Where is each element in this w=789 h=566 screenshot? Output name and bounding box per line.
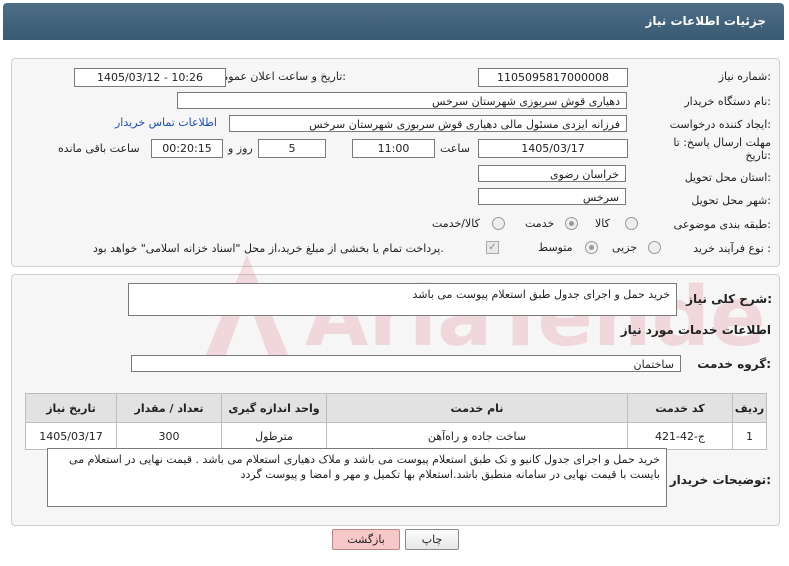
cell-code: ج-42-421 bbox=[627, 422, 733, 450]
print-button[interactable]: چاپ bbox=[405, 529, 459, 550]
back-button[interactable]: بازگشت bbox=[332, 529, 400, 550]
summary-field: خرید حمل و اجرای جدول طبق استعلام پیوست … bbox=[128, 283, 677, 316]
announce-datetime-label: تاریخ و ساعت اعلان عمومی: bbox=[213, 70, 346, 83]
category-radio-goods-service[interactable] bbox=[492, 217, 505, 230]
deadline-label: مهلت ارسال پاسخ: تا تاریخ: bbox=[661, 136, 771, 162]
cell-name: ساخت جاده و راه‌آهن bbox=[326, 422, 628, 450]
need-number-label: شماره نیاز: bbox=[718, 70, 771, 83]
buyer-org-label: نام دستگاه خریدار: bbox=[684, 95, 771, 108]
deadline-date-field: 1405/03/17 bbox=[478, 139, 628, 158]
cell-row: 1 bbox=[732, 422, 767, 450]
service-group-label: گروه خدمت: bbox=[697, 357, 771, 371]
table-header-row: ردیف کد خدمت نام خدمت واحد اندازه گیری ت… bbox=[25, 393, 767, 423]
category-option-goods-service: کالا/خدمت bbox=[432, 217, 480, 230]
province-field: خراسان رضوی bbox=[478, 165, 626, 182]
category-radio-service[interactable] bbox=[565, 217, 578, 230]
need-info-panel bbox=[11, 58, 780, 267]
process-option-minor: جزیی bbox=[612, 241, 638, 254]
col-code-header: کد خدمت bbox=[627, 393, 733, 423]
cell-unit: مترطول bbox=[221, 422, 327, 450]
services-table: ردیف کد خدمت نام خدمت واحد اندازه گیری ت… bbox=[25, 393, 767, 450]
remaining-time-field: 00:20:15 bbox=[151, 139, 223, 158]
buyer-notes-field: خرید حمل و اجرای جدول کانیو و تک طبق است… bbox=[47, 448, 667, 507]
city-field: سرخس bbox=[478, 188, 626, 205]
col-row-header: ردیف bbox=[732, 393, 767, 423]
days-label: روز و bbox=[228, 142, 253, 155]
col-unit-header: واحد اندازه گیری bbox=[221, 393, 327, 423]
page-header: جزئیات اطلاعات نیاز bbox=[3, 3, 784, 40]
cell-qty: 300 bbox=[116, 422, 222, 450]
deadline-label-text: مهلت ارسال پاسخ: تا تاریخ: bbox=[673, 136, 771, 162]
table-row: 1 ج-42-421 ساخت جاده و راه‌آهن مترطول 30… bbox=[25, 422, 767, 450]
col-qty-header: تعداد / مقدار bbox=[116, 393, 222, 423]
process-option-medium: متوسط bbox=[538, 241, 573, 254]
creator-label: ایجاد کننده درخواست: bbox=[669, 118, 771, 131]
process-type-label: نوع فرآیند خرید : bbox=[693, 242, 771, 255]
service-group-field: ساختمان bbox=[131, 355, 681, 372]
process-radio-minor[interactable] bbox=[648, 241, 661, 254]
deadline-time-field: 11:00 bbox=[352, 139, 435, 158]
process-radio-medium[interactable] bbox=[585, 241, 598, 254]
page-title: جزئیات اطلاعات نیاز bbox=[645, 14, 766, 28]
cell-date: 1405/03/17 bbox=[25, 422, 117, 450]
contact-info-link[interactable]: اطلاعات تماس خریدار bbox=[115, 116, 217, 129]
treasury-payment-note: پرداخت تمام یا بخشی از مبلغ خرید،از محل … bbox=[93, 242, 444, 255]
announce-datetime-field: 1405/03/12 - 10:26 bbox=[74, 68, 226, 87]
summary-label: شرح کلی نیاز: bbox=[686, 292, 772, 306]
category-radio-goods[interactable] bbox=[625, 217, 638, 230]
category-option-service: خدمت bbox=[525, 217, 555, 230]
buyer-notes-label: توضیحات خریدار: bbox=[669, 473, 771, 487]
remaining-time-label: ساعت باقی مانده bbox=[58, 142, 140, 155]
services-section-title: اطلاعات خدمات مورد نیاز bbox=[620, 323, 771, 337]
buyer-org-field: دهیاری قوش سربوزی شهرستان سرخس bbox=[177, 92, 627, 109]
category-option-goods: کالا bbox=[595, 217, 610, 230]
days-field: 5 bbox=[258, 139, 326, 158]
category-label: طبقه بندی موضوعی: bbox=[673, 218, 771, 231]
province-label: استان محل تحویل: bbox=[684, 171, 771, 184]
col-name-header: نام خدمت bbox=[326, 393, 628, 423]
treasury-payment-checkbox[interactable]: ✓ bbox=[486, 241, 499, 254]
col-date-header: تاریخ نیاز bbox=[25, 393, 117, 423]
creator-field: فرزانه ایزدی مسئول مالی دهیاری قوش سربوز… bbox=[229, 115, 627, 132]
need-number-field: 1105095817000008 bbox=[478, 68, 628, 87]
deadline-time-label: ساعت bbox=[440, 142, 470, 155]
city-label: شهر محل تحویل: bbox=[691, 194, 771, 207]
